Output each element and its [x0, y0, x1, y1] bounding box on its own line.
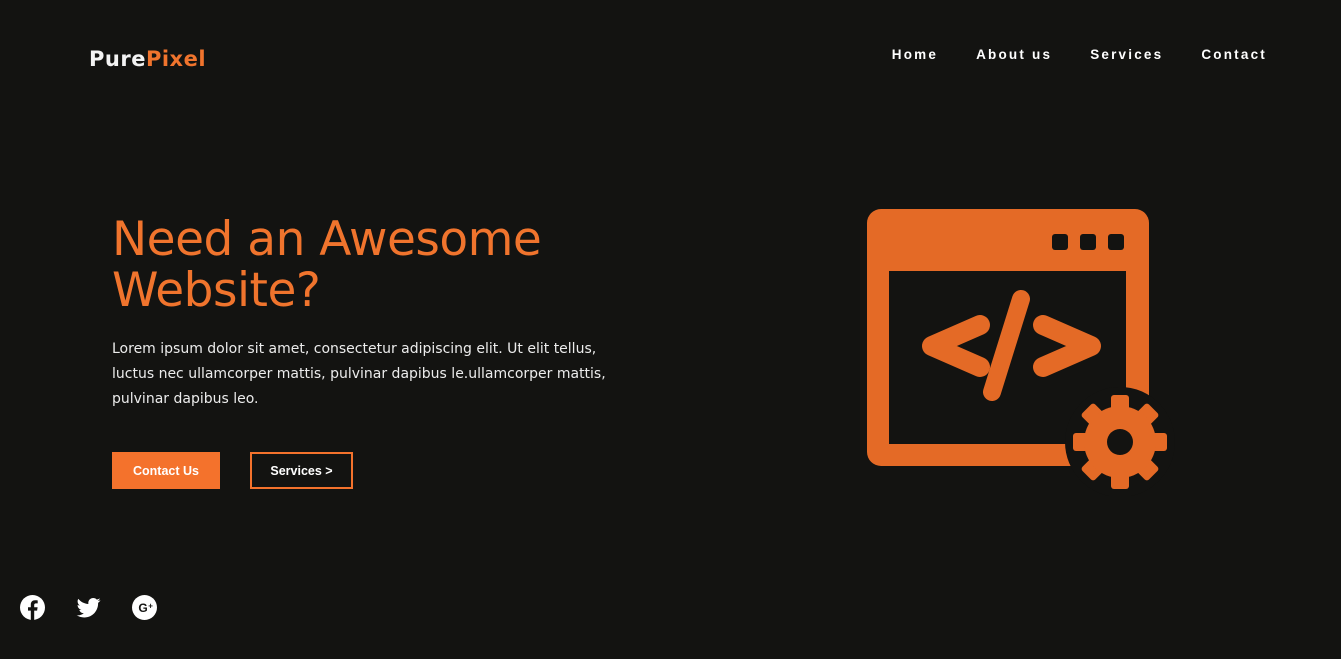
social-links: G + — [20, 595, 157, 620]
svg-text:+: + — [148, 602, 153, 611]
logo-text-pure: Pure — [89, 47, 146, 71]
facebook-icon[interactable] — [20, 595, 45, 620]
nav-contact-link[interactable]: Contact — [1201, 46, 1267, 63]
svg-text:G: G — [138, 601, 147, 615]
contact-us-button[interactable]: Contact Us — [112, 452, 220, 489]
google-plus-icon[interactable]: G + — [132, 595, 157, 620]
nav-home-link[interactable]: Home — [892, 46, 938, 63]
main-nav: Home About us Services Contact — [854, 46, 1267, 63]
brand-logo[interactable]: PurePixel — [89, 46, 206, 72]
hero-description: Lorem ipsum dolor sit amet, consectetur … — [112, 341, 606, 407]
logo-text-pixel: Pixel — [145, 47, 207, 71]
services-button[interactable]: Services > — [250, 452, 353, 489]
nav-about-link[interactable]: About us — [976, 46, 1052, 63]
twitter-icon[interactable] — [76, 595, 101, 620]
nav-services-link[interactable]: Services — [1090, 46, 1163, 63]
code-window-gear-icon — [867, 209, 1175, 496]
hero-title: Need an Awesome Website? — [112, 212, 542, 318]
